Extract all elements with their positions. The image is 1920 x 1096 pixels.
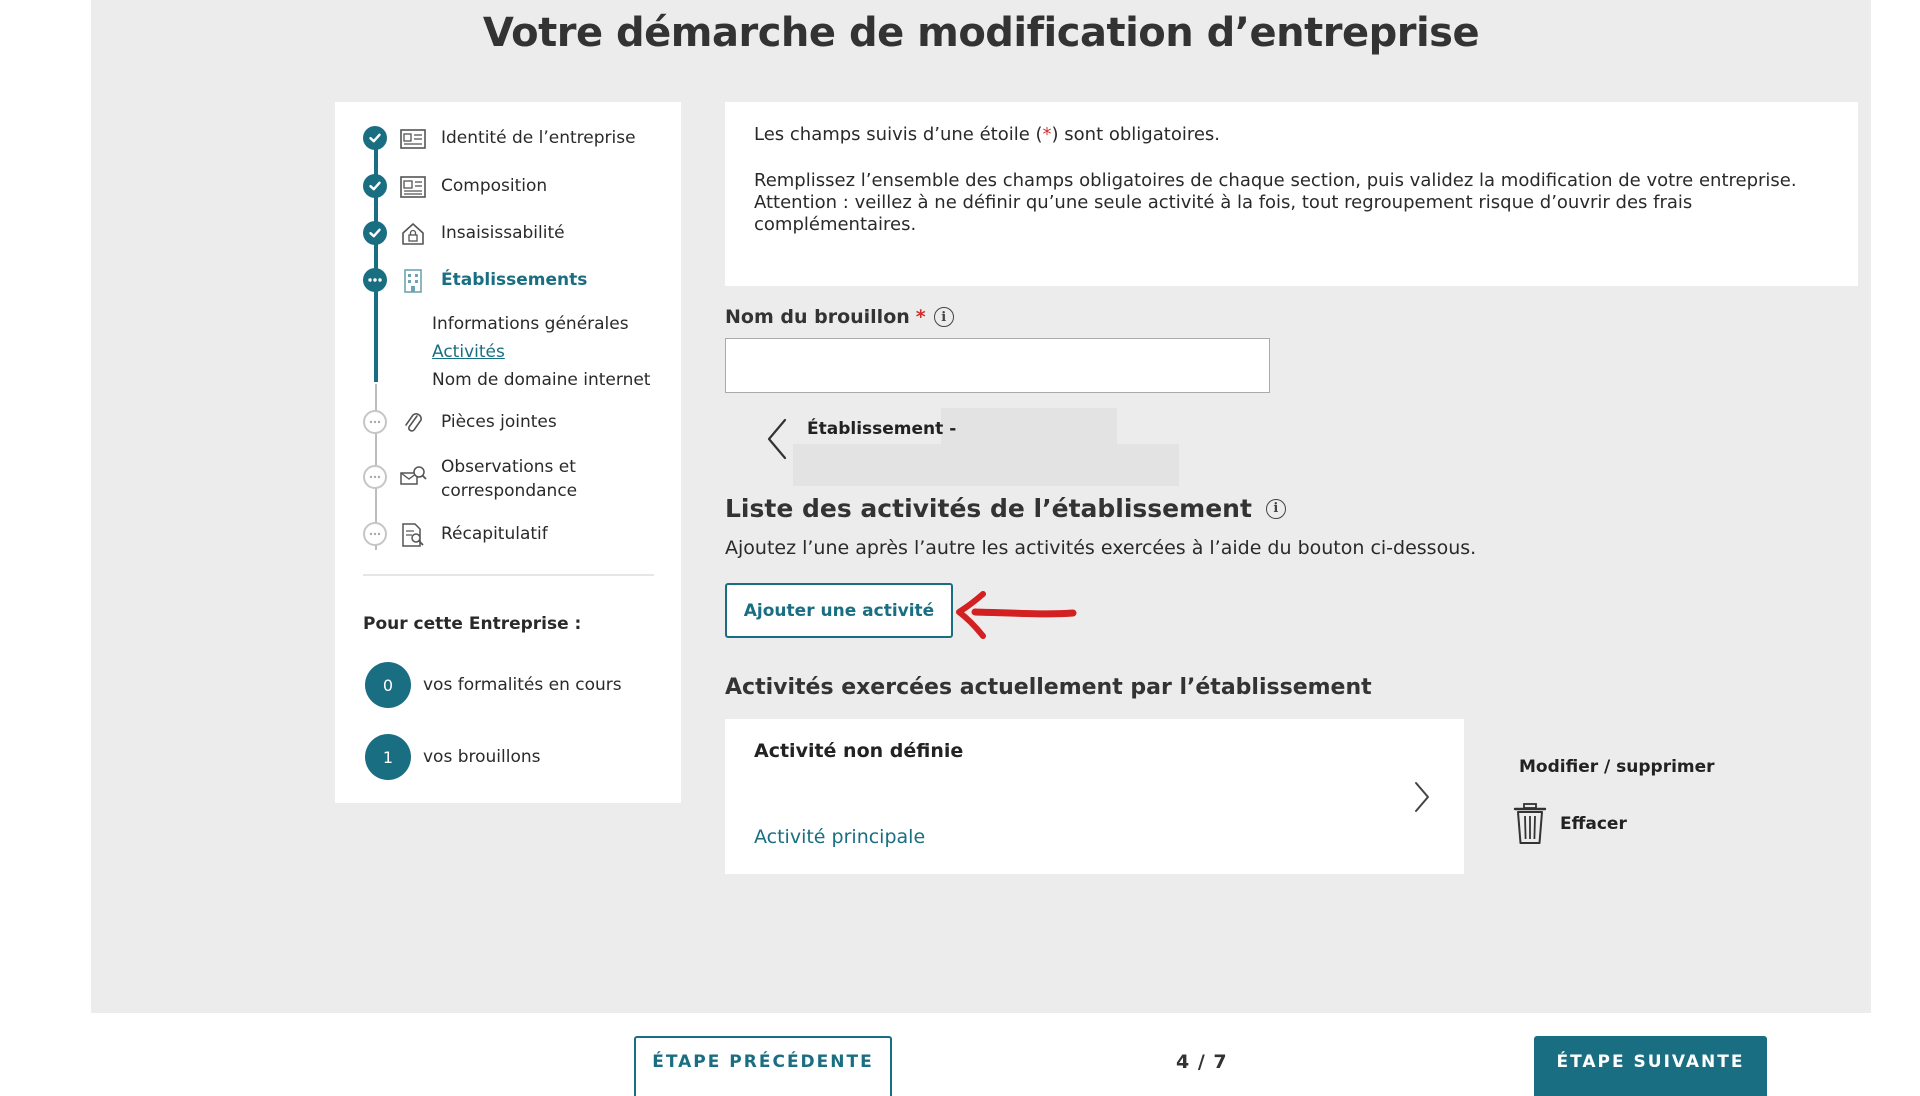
current-activities-title: Activités exercées actuellement par l’ét… [725, 675, 1372, 700]
instructions-text: Remplissez l’ensemble des champs obligat… [754, 170, 1829, 236]
paperclip-icon [399, 410, 427, 436]
step-label: Identité de l’entreprise [441, 128, 636, 148]
page-background: Votre démarche de modification d’entrepr… [91, 0, 1871, 1013]
counter-badge: 0 [365, 662, 411, 708]
step-label: Observations et correspondance [441, 455, 577, 503]
info-icon[interactable]: i [1265, 498, 1286, 519]
pending-icon [363, 465, 387, 489]
step-etablissements[interactable]: Établissements [363, 268, 587, 294]
counter-brouillons[interactable]: 1 vos brouillons [365, 734, 541, 780]
required-notice-prefix: Les champs suivis d’une étoile ( [754, 124, 1043, 145]
step-label-line2: correspondance [441, 481, 578, 501]
annotation-arrow-icon [956, 591, 1077, 639]
activity-title: Activité non définie [754, 740, 964, 762]
step-label: Établissements [441, 270, 588, 290]
establishment-label: Établissement - [807, 419, 957, 439]
substep-informations-generales[interactable]: Informations générales [432, 314, 629, 334]
modify-delete-label: Modifier / supprimer [1519, 757, 1715, 777]
activity-card[interactable]: Activité non définie Activité principale [725, 719, 1464, 874]
step-label: Récapitulatif [441, 524, 548, 544]
info-icon[interactable]: i [933, 307, 954, 327]
counter-label: vos brouillons [423, 747, 541, 767]
counter-formalites[interactable]: 0 vos formalités en cours [365, 662, 622, 708]
activity-type: Activité principale [754, 826, 926, 848]
step-label-line1: Observations et [441, 457, 576, 477]
page-title: Votre démarche de modification d’entrepr… [482, 10, 1480, 56]
step-label: Composition [441, 176, 548, 196]
in-progress-icon [363, 268, 387, 292]
warning-line: Attention : veillez à ne définir qu’une … [754, 192, 1693, 235]
required-notice: Les champs suivis d’une étoile (*) sont … [754, 124, 1829, 146]
chevron-right-icon [1415, 782, 1429, 812]
instructions-line: Remplissez l’ensemble des champs obligat… [754, 170, 1797, 191]
activities-list-title-text: Liste des activités de l’établissement [725, 494, 1252, 523]
step-label: Insaisissabilité [441, 223, 565, 243]
draft-name-input[interactable] [725, 338, 1270, 393]
newspaper-icon [399, 174, 427, 200]
for-company-title: Pour cette Entreprise : [363, 614, 582, 634]
counter-badge: 1 [365, 734, 411, 780]
pending-icon [363, 410, 387, 434]
id-card-icon [399, 126, 427, 152]
trash-icon [1513, 803, 1547, 844]
redacted-block [793, 444, 1179, 486]
step-recapitulatif[interactable]: Récapitulatif [363, 522, 548, 548]
document-search-icon [399, 522, 427, 548]
pending-icon [363, 522, 387, 546]
step-insaisissabilite[interactable]: Insaisissabilité [363, 221, 565, 247]
draft-name-label: Nom du brouillon * i [725, 306, 954, 328]
envelope-search-icon [399, 463, 427, 489]
progress-rail-done [374, 136, 378, 382]
required-star: * [915, 306, 926, 328]
draft-name-label-text: Nom du brouillon [725, 306, 910, 328]
erase-button[interactable]: Effacer [1512, 802, 1627, 846]
counter-label: vos formalités en cours [423, 675, 622, 695]
activities-description: Ajoutez l’une après l’autre les activité… [725, 537, 1477, 559]
check-icon [363, 126, 387, 150]
step-pieces-jointes[interactable]: Pièces jointes [363, 410, 557, 436]
substep-activites[interactable]: Activités [432, 342, 505, 362]
step-identite[interactable]: Identité de l’entreprise [363, 126, 636, 152]
step-counter: 4 / 7 [1176, 1051, 1228, 1073]
redacted-block [941, 408, 1117, 446]
erase-label: Effacer [1560, 814, 1627, 834]
check-icon [363, 221, 387, 245]
add-activity-button[interactable]: Ajouter une activité [725, 583, 953, 638]
substep-nom-domaine[interactable]: Nom de domaine internet [432, 370, 650, 390]
required-star: * [1042, 124, 1052, 145]
next-step-button[interactable]: ÉTAPE SUIVANTE [1534, 1036, 1767, 1096]
house-lock-icon [399, 221, 427, 247]
step-composition[interactable]: Composition [363, 174, 547, 200]
step-label: Pièces jointes [441, 412, 557, 432]
sidebar-divider [363, 574, 654, 576]
instructions-card: Les champs suivis d’une étoile (*) sont … [725, 102, 1858, 286]
steps-sidebar: Identité de l’entreprise Composition Ins… [335, 102, 681, 803]
required-notice-suffix: ) sont obligatoires. [1051, 124, 1221, 145]
activities-list-title: Liste des activités de l’établissement i [725, 494, 1286, 523]
step-observations[interactable]: Observations et correspondance [363, 455, 577, 503]
building-icon [399, 268, 427, 294]
previous-step-button[interactable]: ÉTAPE PRÉCÉDENTE [634, 1036, 892, 1096]
check-icon [363, 174, 387, 198]
